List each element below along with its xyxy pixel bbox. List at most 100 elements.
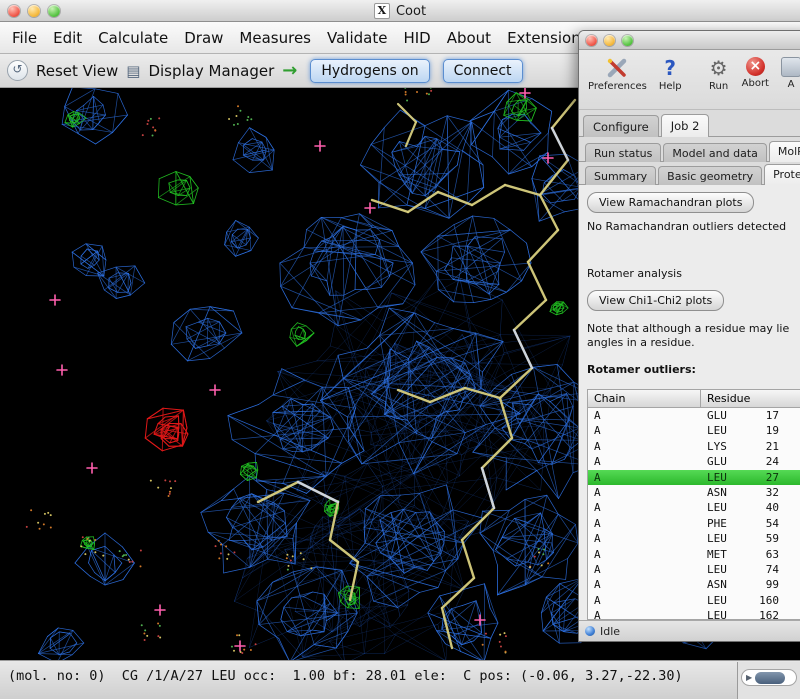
toolbar-button-label: Run bbox=[709, 81, 728, 92]
rama-status-text: No Ramachandran outliers detected bbox=[587, 220, 786, 234]
residue-name-cell: LEU bbox=[701, 531, 743, 546]
a-button[interactable]: A bbox=[776, 55, 800, 92]
scroll-thumb[interactable] bbox=[755, 672, 785, 684]
menu-file[interactable]: File bbox=[4, 22, 45, 54]
reset-view-icon[interactable]: ↺ bbox=[7, 60, 28, 81]
table-row[interactable]: ALEU27 bbox=[588, 470, 800, 485]
residue-name-cell: LEU bbox=[701, 470, 743, 485]
abort-icon: × bbox=[746, 57, 765, 76]
residue-name-cell: LEU bbox=[701, 500, 743, 515]
table-row[interactable]: ALYS21 bbox=[588, 439, 800, 454]
menu-about[interactable]: About bbox=[439, 22, 499, 54]
reset-view-button[interactable]: Reset View bbox=[36, 62, 118, 80]
connect-toggle[interactable]: Connect bbox=[443, 59, 523, 83]
residue-number-cell: 19 bbox=[743, 423, 779, 438]
display-manager-icon[interactable]: ▤ bbox=[126, 62, 140, 80]
tab-configure[interactable]: Configure bbox=[583, 115, 659, 137]
tab-summary[interactable]: Summary bbox=[585, 166, 656, 185]
dialog-status-text: Idle bbox=[600, 625, 620, 638]
menu-measures[interactable]: Measures bbox=[231, 22, 319, 54]
table-row[interactable]: AGLU24 bbox=[588, 454, 800, 469]
preferences-icon bbox=[606, 57, 628, 79]
menu-validate[interactable]: Validate bbox=[319, 22, 395, 54]
rotamer-outliers-label: Rotamer outliers: bbox=[587, 363, 696, 377]
x11-icon: X bbox=[374, 3, 390, 19]
table-row[interactable]: AMET63 bbox=[588, 547, 800, 562]
hydrogens-toggle[interactable]: Hydrogens on bbox=[310, 59, 429, 83]
outliers-table: Chain Residue AGLU17ALEU19ALYS21AGLU24AL… bbox=[587, 389, 800, 620]
tab-run-status[interactable]: Run status bbox=[585, 143, 661, 162]
tab-model-and-data[interactable]: Model and data bbox=[663, 143, 767, 162]
table-row[interactable]: ALEU160 bbox=[588, 593, 800, 608]
dialog-minimize-button[interactable] bbox=[604, 35, 615, 46]
table-header: Chain Residue bbox=[588, 390, 800, 408]
tab-basic-geometry[interactable]: Basic geometry bbox=[658, 166, 762, 185]
tab-molprobity[interactable]: MolProbity bbox=[769, 141, 800, 162]
residue-number-cell: 54 bbox=[743, 516, 779, 531]
chain-cell: A bbox=[588, 593, 701, 608]
scroll-right-icon[interactable]: ▶ bbox=[746, 673, 752, 682]
chain-cell: A bbox=[588, 439, 701, 454]
residue-number-cell: 21 bbox=[743, 439, 779, 454]
residue-name-cell: PHE bbox=[701, 516, 743, 531]
clipped-icon bbox=[781, 57, 800, 77]
dialog-zoom-button[interactable] bbox=[622, 35, 633, 46]
chain-cell: A bbox=[588, 531, 701, 546]
validation-dialog: Preferences ?Help ⚙Run×Abort A ConfigureJob… bbox=[578, 30, 800, 642]
chain-cell: A bbox=[588, 577, 701, 592]
toolbar-button-label: A bbox=[788, 79, 795, 90]
go-arrow-icon[interactable]: → bbox=[282, 60, 297, 81]
statusbar: (mol. no: 0) CG /1/A/27 LEU occ: 1.00 bf… bbox=[0, 660, 800, 699]
table-row[interactable]: ALEU162 bbox=[588, 608, 800, 619]
table-row[interactable]: ALEU59 bbox=[588, 531, 800, 546]
residue-column-header[interactable]: Residue bbox=[701, 390, 800, 408]
horizontal-scrollbar[interactable]: ▶ bbox=[741, 669, 797, 686]
chain-cell: A bbox=[588, 454, 701, 469]
residue-name-cell: GLU bbox=[701, 454, 743, 469]
help-button[interactable]: ?Help bbox=[654, 55, 687, 94]
chain-cell: A bbox=[588, 423, 701, 438]
display-manager-button[interactable]: Display Manager bbox=[148, 62, 274, 80]
chain-cell: A bbox=[588, 470, 701, 485]
table-row[interactable]: AASN32 bbox=[588, 485, 800, 500]
corner-panel: ▶ bbox=[737, 662, 800, 699]
residue-number-cell: 74 bbox=[743, 562, 779, 577]
menu-edit[interactable]: Edit bbox=[45, 22, 90, 54]
view-chi-plots-button[interactable]: View Chi1-Chi2 plots bbox=[587, 290, 724, 311]
tab-protein[interactable]: Protein bbox=[764, 164, 800, 185]
tab-job-2[interactable]: Job 2 bbox=[661, 114, 710, 137]
residue-name-cell: LYS bbox=[701, 439, 743, 454]
dialog-titlebar[interactable] bbox=[579, 31, 800, 50]
chain-cell: A bbox=[588, 547, 701, 562]
protein-panel: View Ramachandran plots No Ramachandran … bbox=[579, 185, 800, 620]
window-title-text: Coot bbox=[396, 4, 426, 19]
table-row[interactable]: AASN99 bbox=[588, 577, 800, 592]
view-ramachandran-button[interactable]: View Ramachandran plots bbox=[587, 192, 754, 213]
abort-button[interactable]: ×Abort bbox=[737, 55, 774, 91]
residue-number-cell: 63 bbox=[743, 547, 779, 562]
residue-number-cell: 27 bbox=[743, 470, 779, 485]
table-row[interactable]: ALEU74 bbox=[588, 562, 800, 577]
menu-calculate[interactable]: Calculate bbox=[90, 22, 176, 54]
category-tabs: SummaryBasic geometryProteinC bbox=[579, 162, 800, 185]
run-button[interactable]: ⚙Run bbox=[703, 55, 735, 94]
residue-name-cell: MET bbox=[701, 547, 743, 562]
table-row[interactable]: APHE54 bbox=[588, 516, 800, 531]
menu-hid[interactable]: HID bbox=[395, 22, 438, 54]
titlebar[interactable]: X Coot bbox=[0, 0, 800, 22]
table-row[interactable]: ALEU19 bbox=[588, 423, 800, 438]
table-row[interactable]: ALEU40 bbox=[588, 500, 800, 515]
chain-cell: A bbox=[588, 562, 701, 577]
dialog-statusbar: Idle bbox=[579, 620, 800, 641]
dialog-close-button[interactable] bbox=[586, 35, 597, 46]
chain-column-header[interactable]: Chain bbox=[588, 390, 701, 408]
toolbar-button-label: Preferences bbox=[588, 81, 647, 92]
residue-name-cell: ASN bbox=[701, 577, 743, 592]
menu-draw[interactable]: Draw bbox=[176, 22, 231, 54]
table-row[interactable]: AGLU17 bbox=[588, 408, 800, 423]
rotamer-section-label: Rotamer analysis bbox=[587, 267, 682, 281]
dialog-toolbar: Preferences ?Help ⚙Run×Abort A bbox=[579, 50, 800, 110]
preferences-button[interactable]: Preferences bbox=[583, 55, 652, 94]
residue-number-cell: 162 bbox=[743, 608, 779, 619]
residue-number-cell: 32 bbox=[743, 485, 779, 500]
